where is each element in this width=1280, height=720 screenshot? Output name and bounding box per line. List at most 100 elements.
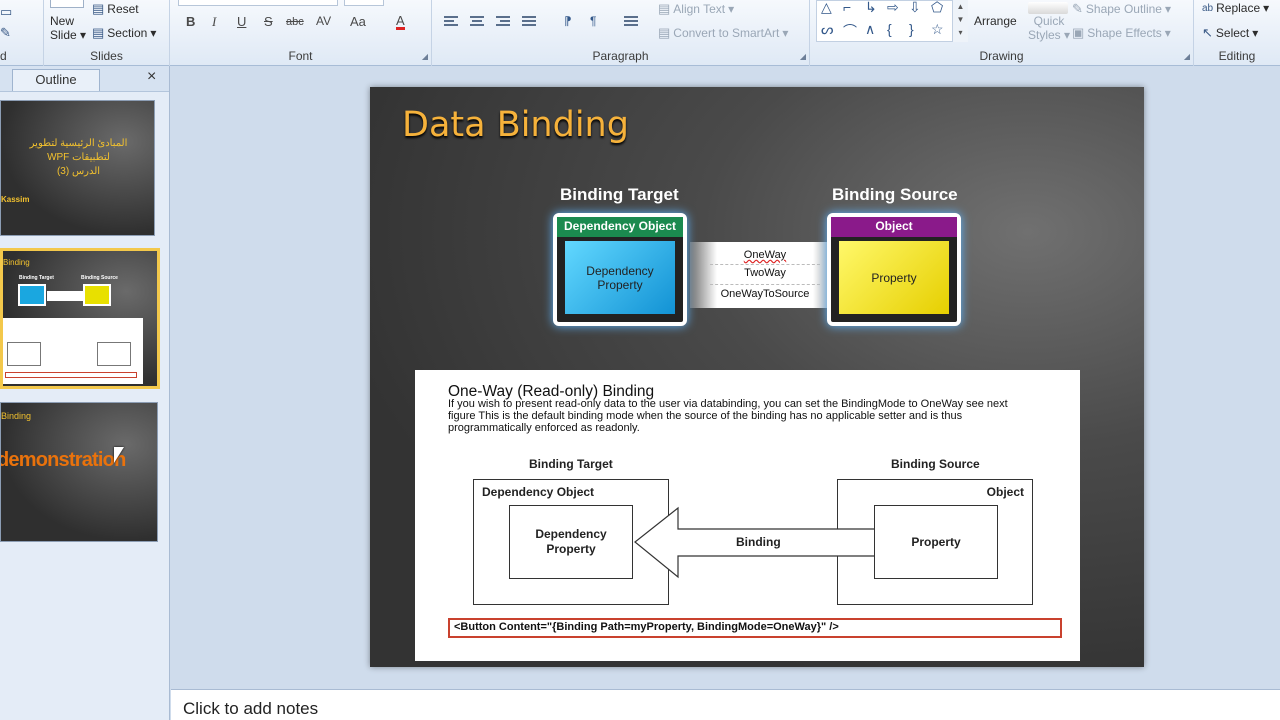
slides-group: New Slide ▾ ▤ Reset ▤ Section ▾ Slides xyxy=(44,0,170,66)
align-text-button[interactable]: ▤ Align Text ▾ xyxy=(658,1,734,17)
select-button[interactable]: ↖ Select ▾ xyxy=(1202,25,1258,41)
mode-twoway: TwoWay xyxy=(744,267,786,279)
italic-button[interactable]: I xyxy=(212,14,216,30)
slide-title[interactable]: Data Binding xyxy=(402,105,629,145)
font-name-box[interactable] xyxy=(178,0,338,6)
arrange-button[interactable]: Arrange xyxy=(974,14,1017,28)
replace-button[interactable]: ab Replace ▾ xyxy=(1202,1,1269,15)
section-button[interactable]: ▤ Section ▾ xyxy=(92,25,156,41)
one-way-binding-figure[interactable]: One-Way (Read-only) Binding If you wish … xyxy=(415,370,1080,661)
slides-panel: Outline × المبادئ الرئيسية لتطوير لتطبيق… xyxy=(0,66,170,720)
pentagon-shape-icon[interactable]: ⬠ xyxy=(931,0,943,16)
drawing-group: △ ⌐ ↳ ⇨ ⇩ ⬠ ᔕ ⌒ ∧ { } ☆ ▲ ▼ ▾ Arrange Quic… xyxy=(810,0,1194,66)
arrow-right-icon[interactable]: ⇨ xyxy=(887,0,899,16)
triangle-shape-icon[interactable]: △ xyxy=(821,0,832,16)
thumb1-author: Kassim xyxy=(1,195,30,204)
binding-source-label: Binding Source xyxy=(832,185,958,204)
tab-outline[interactable]: Outline xyxy=(12,69,100,91)
strikethrough-button[interactable]: S xyxy=(264,14,273,29)
thumb2-target-box xyxy=(18,284,46,306)
paste-icon[interactable]: ▭ xyxy=(0,4,12,20)
new-slide-label: New xyxy=(50,14,75,28)
binding-modes-band: OneWay TwoWay OneWayToSource xyxy=(690,242,840,308)
doc-property-label: Property xyxy=(911,534,961,549)
property-box: Property xyxy=(839,241,949,314)
align-text-dropdown-icon: ▾ xyxy=(728,2,735,16)
new-slide-icon[interactable] xyxy=(50,0,84,8)
object-box: Object Property xyxy=(827,213,961,326)
notes-pane[interactable]: Click to add notes xyxy=(171,689,1280,720)
quick-styles-icon[interactable] xyxy=(1028,2,1068,14)
object-header: Object xyxy=(831,217,957,237)
thumb2-doc-code xyxy=(5,372,137,378)
format-painter-icon[interactable]: ✎ xyxy=(0,25,11,41)
underline-button[interactable]: U xyxy=(237,14,246,29)
character-spacing-button[interactable]: AV xyxy=(316,14,331,28)
dependency-object-box: Dependency Object Dependency Property xyxy=(553,213,687,326)
change-case-button[interactable]: Aa xyxy=(350,14,366,29)
doc-dependency-property-label: Dependency Property xyxy=(535,527,607,556)
pen-icon: ✎ xyxy=(1072,1,1083,16)
clipboard-group-label: d xyxy=(0,49,7,63)
shadow-button[interactable]: abc xyxy=(286,16,304,28)
reset-button[interactable]: ▤ Reset xyxy=(92,1,139,17)
slide-canvas: Data Binding Binding Target Binding Sour… xyxy=(171,66,1280,688)
curve-icon[interactable]: ∧ xyxy=(865,21,875,38)
mouse-cursor-icon xyxy=(114,447,124,463)
justify-icon[interactable] xyxy=(522,16,538,30)
align-center-icon[interactable] xyxy=(470,16,486,30)
elbow-arrow-icon[interactable]: ↳ xyxy=(865,0,877,16)
ribbon: ▭ ✎ d New Slide ▾ ▤ Reset ▤ Section ▾ Sl… xyxy=(0,0,1280,66)
dependency-property-box: Dependency Property xyxy=(565,241,675,314)
close-panel-icon[interactable]: × xyxy=(147,68,156,86)
replace-label: Replace xyxy=(1216,1,1261,15)
quick-styles-label-2-text: Styles xyxy=(1028,28,1061,42)
slides-group-label: Slides xyxy=(90,49,123,63)
doc-code-snippet: <Button Content="{Binding Path=myPropert… xyxy=(448,618,1062,638)
thumb2-document xyxy=(3,318,143,384)
arrow-down-icon[interactable]: ⇩ xyxy=(909,0,921,16)
align-right-icon[interactable] xyxy=(496,16,512,30)
thumb1-title-line1: المبادئ الرئيسية لتطوير لتطبيقات WPF xyxy=(29,138,128,163)
font-size-box[interactable] xyxy=(344,0,384,6)
shapes-scroll[interactable]: ▲ ▼ ▾ xyxy=(952,0,968,42)
new-slide-button[interactable]: New Slide ▾ xyxy=(50,14,86,42)
current-slide[interactable]: Data Binding Binding Target Binding Sour… xyxy=(370,87,1144,667)
slide-thumbnail-1[interactable]: المبادئ الرئيسية لتطوير لتطبيقات WPF الد… xyxy=(0,100,155,236)
shapes-gallery[interactable]: △ ⌐ ↳ ⇨ ⇩ ⬠ ᔕ ⌒ ∧ { } ☆ xyxy=(816,0,968,42)
quick-styles-button[interactable]: Quick Styles ▾ xyxy=(1028,14,1070,42)
rtl-icon[interactable]: ¶ xyxy=(590,14,596,28)
thumb2-title: Binding xyxy=(3,258,30,267)
right-brace-icon[interactable]: } xyxy=(909,21,914,37)
replace-dropdown-icon: ▾ xyxy=(1263,1,1270,15)
shape-outline-button[interactable]: ✎ Shape Outline ▾ xyxy=(1072,1,1171,17)
thumb3-demonstration: demonstration xyxy=(0,449,126,471)
left-brace-icon[interactable]: { xyxy=(887,21,892,37)
align-text-label: Align Text xyxy=(673,2,726,16)
arrange-label: Arrange xyxy=(974,14,1017,28)
slide-thumbnail-2[interactable]: Binding Binding Target Binding Source xyxy=(0,248,160,389)
elbow-connector-icon[interactable]: ⌐ xyxy=(843,0,851,15)
thumb2-doc-source xyxy=(97,342,131,366)
smartart-icon: ▤ xyxy=(658,25,671,40)
doc-property-box: Property xyxy=(874,505,998,579)
shape-effects-button[interactable]: ▣ Shape Effects ▾ xyxy=(1072,25,1171,41)
ltr-icon[interactable]: ⁋ xyxy=(564,14,572,28)
shape-effects-icon: ▣ xyxy=(1072,25,1085,40)
freeform-icon[interactable]: ᔕ xyxy=(821,21,833,38)
star-icon[interactable]: ☆ xyxy=(931,21,944,38)
columns-icon[interactable] xyxy=(624,16,640,30)
convert-smartart-button[interactable]: ▤ Convert to SmartArt ▾ xyxy=(658,25,788,41)
slide-thumbnail-3[interactable]: Binding demonstration xyxy=(0,402,158,542)
bold-button[interactable]: B xyxy=(186,14,195,29)
thumb3-title: Binding xyxy=(1,411,32,421)
shape-outline-dropdown-icon: ▾ xyxy=(1164,2,1171,16)
drawing-launcher-icon[interactable]: ◢ xyxy=(1184,52,1190,61)
font-launcher-icon[interactable]: ◢ xyxy=(422,52,428,61)
arc-icon[interactable]: ⌒ xyxy=(843,21,857,41)
align-left-icon[interactable] xyxy=(444,16,460,30)
clipboard-group: ▭ ✎ d xyxy=(0,0,44,66)
thumb2-target-label: Binding Target xyxy=(19,275,54,281)
font-color-button[interactable]: A xyxy=(396,14,405,30)
paragraph-launcher-icon[interactable]: ◢ xyxy=(800,52,806,61)
